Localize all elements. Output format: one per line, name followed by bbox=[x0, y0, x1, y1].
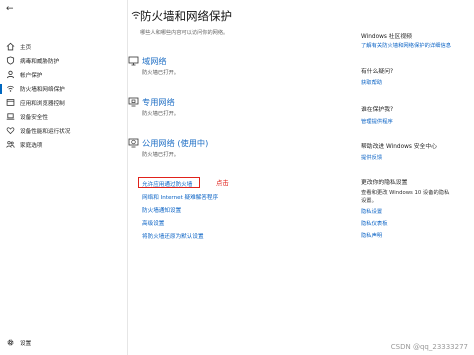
sidebar-item-device-security[interactable]: 设备安全性 bbox=[0, 110, 127, 124]
sidebar-item-firewall[interactable]: 防火墙和网络保护 bbox=[0, 82, 127, 96]
give-feedback-link[interactable]: 提供反馈 bbox=[361, 153, 382, 161]
advanced-settings-link[interactable]: 高级设置 bbox=[142, 219, 164, 227]
wifi-signal-icon bbox=[7, 85, 14, 92]
heart-icon bbox=[6, 127, 15, 135]
laptop-icon bbox=[6, 113, 15, 120]
privacy-heading: 更改你的隐私设置 bbox=[361, 180, 408, 186]
watermark: CSDN @qq_23333277 bbox=[390, 343, 468, 351]
left-navigation: ← 主页 病毒和威胁防护 帐户保护 防火墙和网络保护 应用和浏览器控制 设备安全… bbox=[0, 0, 128, 355]
sidebar-item-label: 防火墙和网络保护 bbox=[20, 87, 65, 93]
browser-window-icon bbox=[6, 99, 15, 106]
sidebar-item-label: 主页 bbox=[20, 45, 32, 51]
sidebar-item-home[interactable]: 主页 bbox=[0, 40, 127, 54]
sidebar-item-label: 家庭选项 bbox=[20, 143, 43, 149]
back-arrow-icon[interactable]: ← bbox=[6, 4, 14, 14]
network-public-status: 防火墙已打开。 bbox=[142, 152, 180, 158]
gear-icon bbox=[7, 339, 14, 346]
get-help-link[interactable]: 获取帮助 bbox=[361, 78, 382, 86]
sidebar-item-virus-protection[interactable]: 病毒和威胁防护 bbox=[0, 54, 127, 68]
privacy-statement-link[interactable]: 隐私声明 bbox=[361, 231, 382, 239]
community-videos-heading: Windows 社区视频 bbox=[361, 34, 412, 40]
sidebar-item-label: 病毒和威胁防护 bbox=[20, 59, 60, 65]
sidebar-item-account-protection[interactable]: 帐户保护 bbox=[0, 68, 127, 82]
improve-heading: 帮助改进 Windows 安全中心 bbox=[361, 144, 437, 150]
sidebar-item-label: 设置 bbox=[20, 341, 32, 347]
home-icon bbox=[6, 42, 15, 51]
network-domain-link[interactable]: 域网络 bbox=[142, 55, 167, 67]
allow-app-through-firewall-link[interactable]: 允许应用通过防火墙 bbox=[142, 180, 192, 188]
firewall-notification-settings-link[interactable]: 防火墙通知设置 bbox=[142, 206, 181, 214]
sidebar-item-label: 设备性能和运行状况 bbox=[20, 129, 71, 135]
learn-more-link[interactable]: 了解有关防火墙和网络保护的详细信息 bbox=[361, 41, 451, 49]
sidebar-item-family-options[interactable]: 家庭选项 bbox=[0, 138, 127, 152]
page-subtitle: 哪些人和哪些内容可以访问你的网络。 bbox=[140, 30, 229, 36]
network-troubleshooter-link[interactable]: 网络和 Internet 疑难解答程序 bbox=[142, 193, 218, 201]
privacy-description: 查看和更改 Windows 10 设备的隐私 bbox=[361, 190, 450, 196]
network-private-link[interactable]: 专用网络 bbox=[142, 96, 175, 108]
sidebar-item-settings[interactable]: 设置 bbox=[0, 336, 127, 350]
network-domain-status: 防火墙已打开。 bbox=[142, 70, 180, 76]
who-protects-heading: 谁在保护我? bbox=[361, 107, 394, 113]
sidebar-item-app-browser-control[interactable]: 应用和浏览器控制 bbox=[0, 96, 127, 110]
manage-providers-link[interactable]: 管理提供程序 bbox=[361, 117, 393, 125]
help-heading: 有什么疑问? bbox=[361, 69, 394, 75]
shield-icon bbox=[6, 56, 15, 65]
sidebar-item-label: 设备安全性 bbox=[20, 115, 48, 121]
click-annotation: 点击 bbox=[216, 179, 229, 187]
network-public-link[interactable]: 公用网络 (使用中) bbox=[142, 137, 208, 149]
privacy-dashboard-link[interactable]: 隐私仪表板 bbox=[361, 219, 388, 227]
sidebar-item-label: 应用和浏览器控制 bbox=[20, 101, 65, 107]
privacy-description: 设置。 bbox=[361, 198, 377, 204]
sidebar-item-device-performance[interactable]: 设备性能和运行状况 bbox=[0, 124, 127, 138]
privacy-settings-link[interactable]: 隐私设置 bbox=[361, 207, 382, 215]
restore-firewall-defaults-link[interactable]: 将防火墙还原为默认设置 bbox=[142, 232, 204, 240]
sidebar-item-label: 帐户保护 bbox=[20, 73, 43, 79]
family-icon bbox=[6, 141, 15, 148]
network-private-status: 防火墙已打开。 bbox=[142, 111, 180, 117]
public-network-icon bbox=[128, 138, 139, 148]
private-network-icon bbox=[128, 97, 139, 107]
domain-network-icon bbox=[128, 56, 139, 66]
page-title: 防火墙和网络保护 bbox=[140, 9, 232, 23]
person-icon bbox=[6, 70, 15, 79]
